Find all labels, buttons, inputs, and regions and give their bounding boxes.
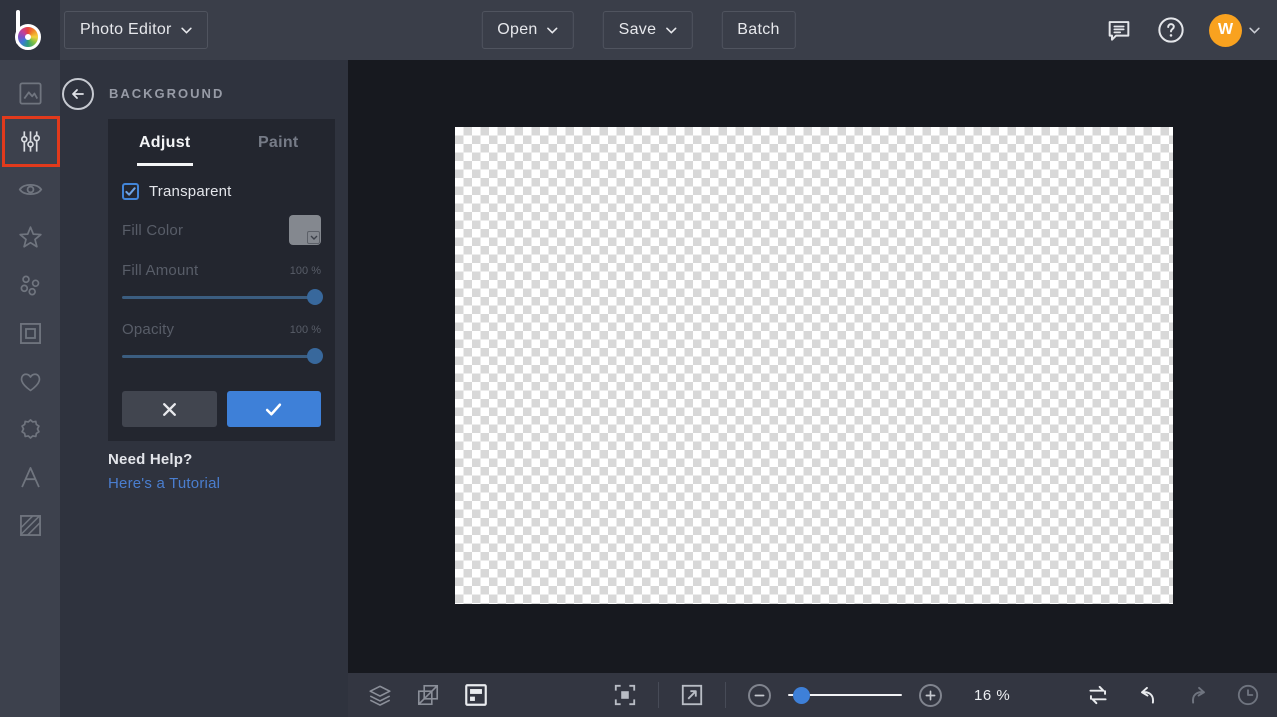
chevron-down-icon [547,27,558,34]
avatar-initial: W [1218,21,1233,39]
x-icon [161,401,178,418]
befunky-logo[interactable] [0,0,60,60]
photos-icon[interactable] [0,69,60,117]
graphics-badge-icon[interactable] [0,405,60,453]
photo-editor-app: Photo Editor Open Save Batch [0,0,1277,717]
divider [725,682,726,708]
app-switcher-button[interactable]: Photo Editor [64,11,208,49]
canvas-transparent-checkerboard[interactable] [455,127,1173,604]
app-switcher-label: Photo Editor [80,21,172,39]
bottom-bar: 16 % [348,673,1277,717]
save-button[interactable]: Save [603,11,693,49]
fill-amount-slider-knob[interactable] [307,289,323,305]
compare-icon[interactable] [1085,682,1111,708]
history-controls [1085,673,1261,717]
chevron-down-icon [310,235,318,240]
batch-label: Batch [737,21,779,39]
topbar-right: W [1105,0,1260,60]
open-label: Open [497,21,537,39]
effects-eye-icon[interactable] [0,165,60,213]
feedback-chat-icon[interactable] [1105,16,1133,44]
bottom-left-tools [367,673,489,717]
arrow-left-icon [70,86,86,102]
chevron-down-icon [1249,27,1260,34]
panel-content: Transparent Fill Color Fill Amount 100 % [108,183,335,427]
touchup-circles-icon[interactable] [0,261,60,309]
account-menu[interactable]: W [1209,14,1260,47]
tool-strip [0,60,60,717]
help-block: Need Help? Here's a Tutorial [108,451,220,493]
adjust-sliders-icon[interactable] [0,117,60,165]
divider [658,682,659,708]
zoom-slider[interactable] [788,686,902,704]
canvas-area [348,60,1277,673]
help-icon[interactable] [1157,16,1185,44]
frames-icon[interactable] [0,309,60,357]
befunky-logo-icon [15,10,47,50]
check-icon [265,401,282,418]
back-button[interactable] [62,78,94,110]
transparent-option[interactable]: Transparent [122,183,321,200]
fill-amount-label: Fill Amount [122,262,198,279]
opacity-slider-knob[interactable] [307,348,323,364]
overlays-heart-icon[interactable] [0,357,60,405]
artsy-star-icon[interactable] [0,213,60,261]
batch-button[interactable]: Batch [721,11,795,49]
topbar: Photo Editor Open Save Batch [0,0,1277,60]
zoom-out-button[interactable] [748,684,771,707]
textures-icon[interactable] [0,501,60,549]
chevron-down-icon [665,27,676,34]
opacity-value: 100 % [290,324,321,336]
fullscreen-icon[interactable] [679,682,705,708]
confirm-buttons [122,391,321,427]
fit-to-screen-icon[interactable] [612,682,638,708]
transform-icon[interactable] [415,682,441,708]
swatch-dropdown[interactable] [307,231,320,244]
zoom-in-button[interactable] [919,684,942,707]
layers-icon[interactable] [367,682,393,708]
apply-button[interactable] [227,391,322,427]
tab-paint[interactable]: Paint [222,119,336,166]
background-panel: BACKGROUND Adjust Paint Transparent Fill… [60,60,348,717]
minus-icon [754,690,765,701]
redo-icon[interactable] [1185,682,1211,708]
save-label: Save [619,21,657,39]
panel-title: BACKGROUND [109,86,224,101]
transparent-label: Transparent [149,183,232,200]
history-clock-icon[interactable] [1235,682,1261,708]
transparent-checkbox[interactable] [122,183,139,200]
help-title: Need Help? [108,451,220,468]
cancel-button[interactable] [122,391,217,427]
topbar-menu: Open Save Batch [481,11,795,49]
fill-color-swatch[interactable] [289,215,321,245]
open-button[interactable]: Open [481,11,573,49]
fill-amount-value: 100 % [290,265,321,277]
zoom-slider-knob[interactable] [793,687,810,704]
zoom-level-value: 16 % [974,687,1010,704]
canvas-layout-icon[interactable] [463,682,489,708]
panel-tabs: Adjust Paint [108,119,335,166]
plus-icon [925,690,936,701]
text-icon[interactable] [0,453,60,501]
avatar: W [1209,14,1242,47]
opacity-slider[interactable] [122,348,321,364]
undo-icon[interactable] [1135,682,1161,708]
opacity-label: Opacity [122,321,174,338]
fill-color-label: Fill Color [122,222,183,239]
fill-amount-row: Fill Amount 100 % [122,262,321,279]
tutorial-link[interactable]: Here's a Tutorial [108,475,220,492]
tab-adjust[interactable]: Adjust [108,119,222,166]
zoom-controls: 16 % [612,673,1010,717]
fill-color-row: Fill Color [122,214,321,246]
opacity-row: Opacity 100 % [122,321,321,338]
adjust-subpanel: Adjust Paint Transparent Fill Color [108,119,335,441]
fill-amount-slider[interactable] [122,289,321,305]
chevron-down-icon [181,27,192,34]
check-icon [125,186,136,197]
